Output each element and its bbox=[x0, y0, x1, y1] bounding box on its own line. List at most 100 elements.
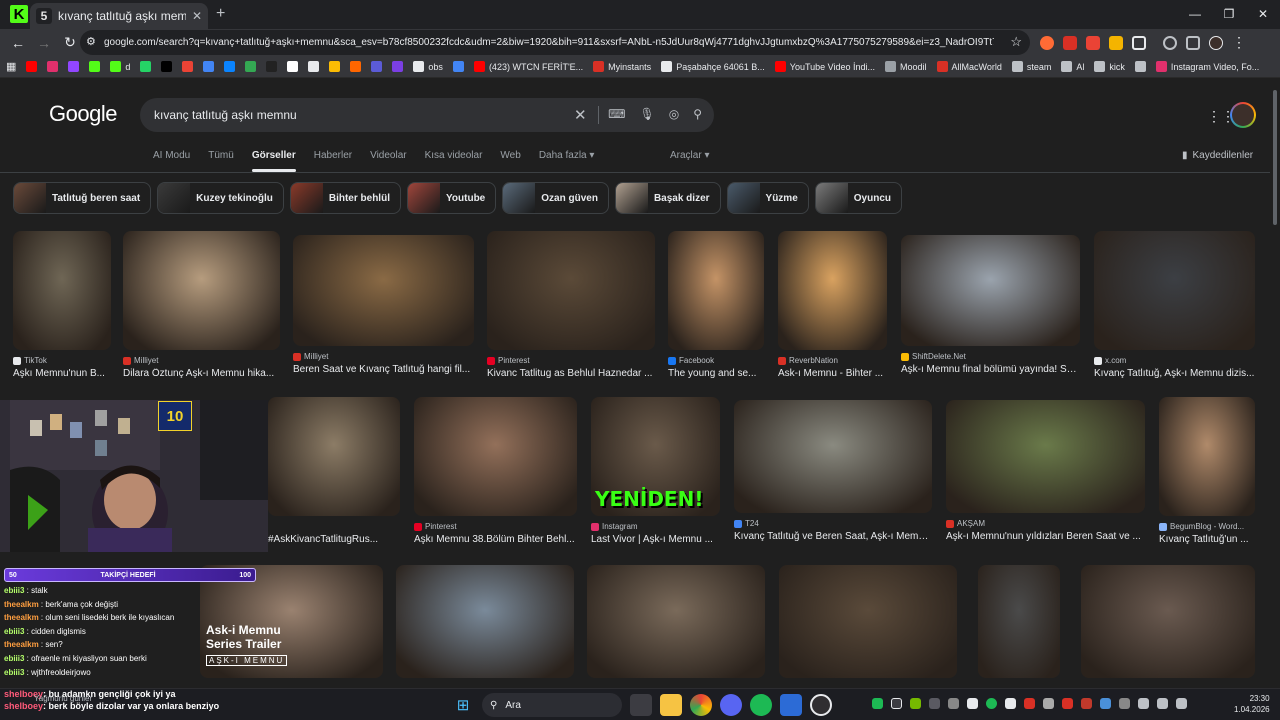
result-title[interactable]: Aşk-ı Memnu'nun yıldızları Beren Saat ve… bbox=[946, 531, 1145, 542]
bookmark-item[interactable] bbox=[287, 61, 299, 72]
bookmark-item[interactable]: Al bbox=[1061, 61, 1084, 72]
scrollbar-thumb[interactable] bbox=[1273, 90, 1277, 225]
google-logo[interactable]: Google bbox=[49, 101, 117, 127]
bookmark-item[interactable]: Paşabahçe 64061 B... bbox=[661, 61, 765, 72]
search-tab[interactable]: AI Modu bbox=[153, 150, 190, 161]
result-title[interactable]: Last Vivor | Aşk-ı Memnu ... bbox=[591, 534, 720, 545]
tray-app3-icon[interactable] bbox=[967, 698, 978, 709]
browser-tab[interactable]: 5 kıvanç tatlıtuğ aşkı memnu - Go ✕ bbox=[30, 3, 208, 29]
password-icon[interactable] bbox=[1186, 35, 1200, 50]
tray-network-icon[interactable] bbox=[1138, 698, 1149, 709]
browser-menu-icon[interactable]: ⋮ bbox=[1232, 34, 1246, 51]
related-search-chip[interactable]: Yüzme bbox=[726, 182, 809, 214]
result-thumbnail[interactable] bbox=[13, 231, 111, 350]
tools-button[interactable]: Araçlar ▾ bbox=[670, 150, 709, 161]
result-source[interactable]: x.com bbox=[1094, 356, 1126, 365]
account-avatar[interactable] bbox=[1230, 102, 1256, 128]
bookmark-item[interactable] bbox=[392, 61, 404, 72]
search-input[interactable]: kıvanç tatlıtuğ aşkı memnu bbox=[154, 108, 297, 122]
result-source[interactable]: Pinterest bbox=[414, 522, 457, 531]
result-source[interactable]: TikTok bbox=[13, 356, 47, 365]
lens-camera-icon[interactable]: ◎ bbox=[669, 107, 679, 121]
result-title[interactable]: Aşkı Memnu 38.Bölüm Bihter Behl... bbox=[414, 534, 577, 545]
related-search-chip[interactable]: Bihter behlül bbox=[289, 182, 401, 214]
bookmark-item[interactable] bbox=[26, 61, 38, 72]
result-thumbnail[interactable] bbox=[1081, 565, 1255, 678]
related-search-chip[interactable]: Tatlıtuğ beren saat bbox=[13, 182, 152, 214]
spotify-icon[interactable] bbox=[750, 694, 772, 716]
bookmark-item[interactable] bbox=[350, 61, 362, 72]
related-search-chip[interactable]: Ozan güven bbox=[502, 182, 609, 214]
search-tab[interactable]: Görseller bbox=[251, 150, 296, 172]
tray-app9-icon[interactable] bbox=[1100, 698, 1111, 709]
bookmark-item[interactable]: steam bbox=[1011, 61, 1051, 72]
bookmark-item[interactable]: Instagram Video, Fo... bbox=[1155, 61, 1259, 72]
bookmark-item[interactable] bbox=[371, 61, 383, 72]
result-thumbnail[interactable] bbox=[1094, 231, 1255, 350]
bookmark-item[interactable]: YouTube Video İndi... bbox=[774, 61, 875, 72]
result-thumbnail[interactable] bbox=[668, 231, 764, 350]
related-search-chip[interactable]: Başak dizer bbox=[614, 182, 721, 214]
search-tab[interactable]: Daha fazla ▾ bbox=[539, 150, 595, 161]
app-icon-blue[interactable] bbox=[780, 694, 802, 716]
weather-widget[interactable]: Yağmurlu günler bbox=[34, 694, 92, 703]
kick-icon[interactable]: K bbox=[10, 5, 28, 23]
tray-volume-icon[interactable] bbox=[1157, 698, 1168, 709]
result-thumbnail[interactable] bbox=[978, 565, 1060, 678]
result-thumbnail[interactable] bbox=[268, 397, 400, 516]
bookmark-item[interactable] bbox=[308, 61, 320, 72]
result-title[interactable]: Ask-ı Memnu - Bihter ... bbox=[778, 368, 887, 379]
back-icon[interactable]: ← bbox=[6, 35, 30, 51]
result-source[interactable]: ReverbNation bbox=[778, 356, 838, 365]
tray-spotify-icon[interactable] bbox=[872, 698, 883, 709]
tray-nvidia-icon[interactable] bbox=[910, 698, 921, 709]
result-source[interactable]: Milliyet bbox=[123, 356, 158, 365]
chrome-icon[interactable] bbox=[690, 694, 712, 716]
bookmark-item[interactable] bbox=[329, 61, 341, 72]
result-title[interactable]: Kivanc Tatlitug as Behlul Haznedar ... bbox=[487, 368, 655, 379]
result-title[interactable]: Dilara Öztunç Aşk-ı Memnu hika... bbox=[123, 368, 280, 379]
result-title[interactable]: Kıvanç Tatlıtuğ, Aşk-ı Memnu dizis... bbox=[1094, 368, 1255, 379]
search-tab[interactable]: Videolar bbox=[370, 150, 407, 161]
result-title[interactable]: Aşkı Memnu'nun B... bbox=[13, 368, 111, 379]
related-search-chip[interactable]: Youtube bbox=[406, 182, 497, 214]
saved-button[interactable]: ▮ Kaydedilenler bbox=[1182, 150, 1253, 161]
forward-icon[interactable]: → bbox=[32, 35, 56, 51]
tray-app-icon[interactable] bbox=[929, 698, 940, 709]
bookmark-item[interactable]: kick bbox=[1094, 61, 1125, 72]
profile-avatar-icon[interactable] bbox=[1209, 35, 1223, 50]
tray-app7-icon[interactable] bbox=[1062, 698, 1073, 709]
microphone-icon[interactable]: 🎙 bbox=[639, 107, 654, 121]
tab-close-icon[interactable]: ✕ bbox=[192, 9, 202, 23]
task-view-icon[interactable] bbox=[630, 694, 652, 716]
bookmark-item[interactable]: AllMacWorld bbox=[936, 61, 1002, 72]
site-info-icon[interactable]: ⚙ bbox=[86, 35, 96, 48]
result-title[interactable]: Beren Saat ve Kıvanç Tatlıtuğ hangi fil.… bbox=[293, 364, 474, 375]
result-source[interactable]: T24 bbox=[734, 519, 759, 528]
search-box[interactable]: kıvanç tatlıtuğ aşkı memnu ✕ ⌨ 🎙 ◎ ⚲ bbox=[140, 98, 714, 132]
bookmark-star-icon[interactable]: ☆ bbox=[1010, 34, 1022, 50]
keyboard-icon[interactable]: ⌨ bbox=[608, 107, 625, 121]
related-search-chip[interactable]: Oyuncu bbox=[814, 182, 902, 214]
result-source[interactable]: Milliyet bbox=[293, 352, 328, 361]
bookmark-item[interactable] bbox=[182, 61, 194, 72]
discord-icon[interactable] bbox=[720, 694, 742, 716]
bookmark-item[interactable]: Moodil bbox=[885, 61, 927, 72]
maximize-icon[interactable]: ❐ bbox=[1212, 0, 1246, 28]
apps-grid-icon[interactable]: ▦ bbox=[6, 60, 16, 73]
extension-bolt-icon[interactable] bbox=[1109, 35, 1123, 50]
extensions-puzzle-icon[interactable] bbox=[1132, 35, 1146, 50]
result-thumbnail[interactable] bbox=[123, 231, 280, 350]
adblock-icon[interactable] bbox=[1063, 35, 1077, 50]
tray-app10-icon[interactable] bbox=[1119, 698, 1130, 709]
bookmark-item[interactable] bbox=[140, 61, 152, 72]
result-source[interactable]: ShiftDelete.Net bbox=[901, 352, 966, 361]
result-thumbnail[interactable] bbox=[734, 400, 932, 513]
result-thumbnail[interactable] bbox=[778, 231, 887, 350]
tray-record-icon[interactable] bbox=[1024, 698, 1035, 709]
bookmark-item[interactable] bbox=[1134, 61, 1146, 72]
taskbar-search[interactable]: ⚲ Ara bbox=[482, 693, 622, 717]
result-thumbnail[interactable] bbox=[946, 400, 1145, 513]
search-icon[interactable]: ⚲ bbox=[693, 107, 702, 121]
obs-icon[interactable] bbox=[810, 694, 832, 716]
